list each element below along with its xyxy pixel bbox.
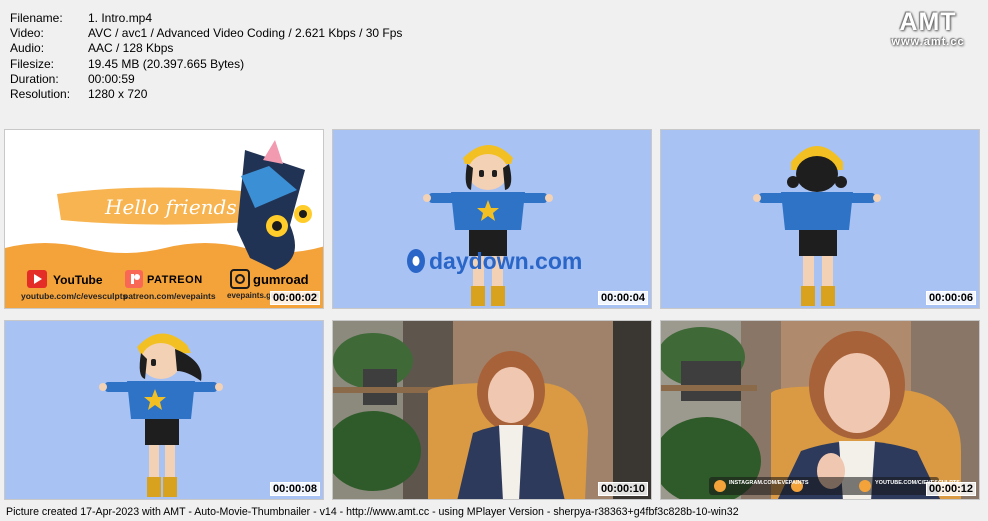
info-row-filename: Filename: 1. Intro.mp4 xyxy=(10,11,153,25)
thumbnail-2[interactable]: daydown.com 00:00:04 xyxy=(332,129,652,309)
timestamp: 00:00:10 xyxy=(597,482,648,496)
banner-text: Hello friends xyxy=(105,195,237,219)
social-instagram: INSTAGRAM.COM/EVEPAINTS xyxy=(729,480,809,486)
file-info: Filename: 1. Intro.mp4 Video: AVC / avc1 /… xyxy=(10,11,402,102)
info-row-video: Video: AVC / avc1 / Advanced Video Coding… xyxy=(10,26,403,41)
amt-logo: AMT www.amt.cc xyxy=(891,8,965,48)
thumbnail-4[interactable]: 00:00:08 xyxy=(4,320,324,500)
thumbnail-1[interactable]: Hello friends YouTube youtube.com/c/eves… xyxy=(4,129,324,309)
timestamp: 00:00:08 xyxy=(269,482,320,496)
presenter-close-art xyxy=(661,321,979,499)
info-row-resolution: Resolution: 1280 x 720 xyxy=(10,87,148,102)
patreon-brand: PATREON xyxy=(147,274,203,286)
thumbnail-3[interactable]: 00:00:06 xyxy=(660,129,980,309)
timestamp: 00:00:06 xyxy=(925,291,976,305)
character-back-art xyxy=(753,146,881,306)
character-front-art xyxy=(407,145,553,306)
timestamp: 00:00:12 xyxy=(925,482,976,496)
patreon-url: patreon.com/evepaints xyxy=(123,291,216,301)
footer-caption: Picture created 17-Apr-2023 with AMT - A… xyxy=(6,506,739,518)
presenter-wide-art xyxy=(333,321,651,499)
timestamp: 00:00:02 xyxy=(269,291,320,305)
thumbnail-6[interactable]: INSTAGRAM.COM/EVEPAINTS YOUTUBE.COM/C/EV… xyxy=(660,320,980,500)
info-row-duration: Duration: 00:00:59 xyxy=(10,71,135,86)
daydown-watermark: daydown.com xyxy=(429,248,583,274)
youtube-brand: YouTube xyxy=(53,273,103,287)
character-side-art xyxy=(99,333,223,497)
timestamp: 00:00:04 xyxy=(597,291,648,305)
gumroad-brand: gumroad xyxy=(253,272,309,287)
info-row-audio: Audio: AAC / 128 Kbps xyxy=(10,41,174,56)
thumbnail-5[interactable]: 00:00:10 xyxy=(332,320,652,500)
info-row-filesize: Filesize: 19.45 MB (20.397.665 Bytes) xyxy=(10,56,245,71)
youtube-url: youtube.com/c/evesculpts xyxy=(21,291,128,301)
